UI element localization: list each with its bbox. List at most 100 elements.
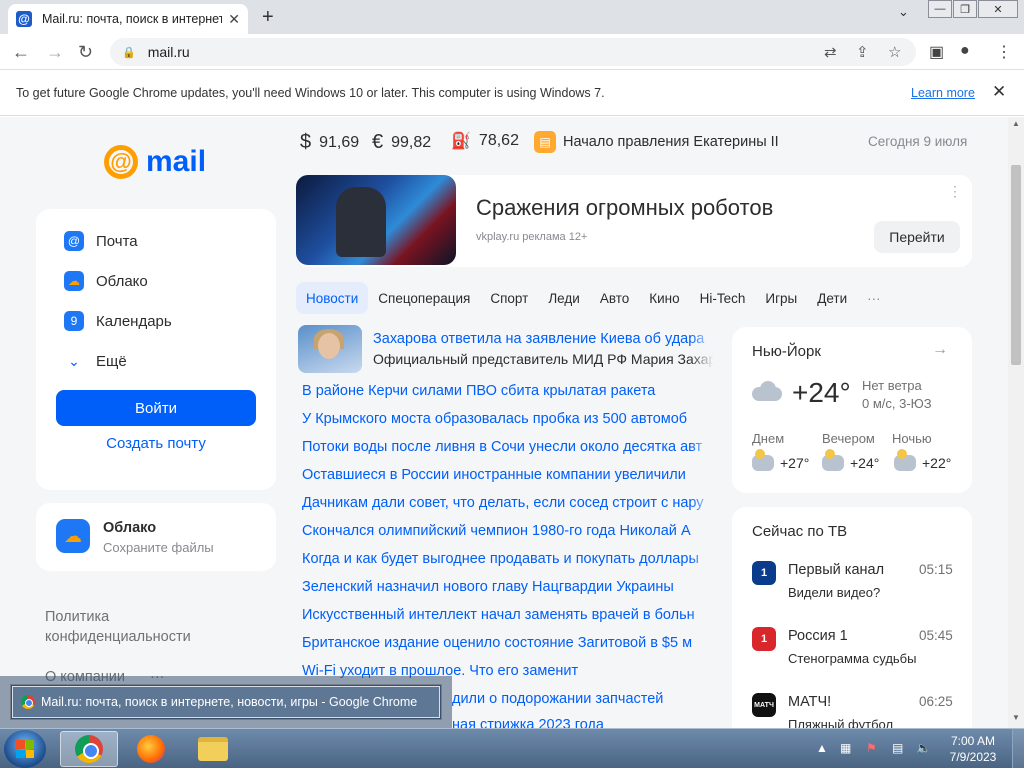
sidebar-item-mail[interactable]: @ Почта: [64, 231, 138, 251]
close-tab-icon[interactable]: ✕: [228, 11, 240, 28]
side-panel-icon[interactable]: ▣: [929, 42, 944, 62]
news-top-subtitle[interactable]: Официальный представитель МИД РФ Мария З…: [373, 351, 713, 367]
scrollbar-thumb[interactable]: [1011, 165, 1021, 365]
scroll-down-icon[interactable]: ▼: [1012, 713, 1020, 722]
action-center-icon[interactable]: ⚑: [866, 741, 877, 755]
news-item[interactable]: Британское издание оценило состояние Заг…: [302, 635, 710, 651]
scroll-up-icon[interactable]: ▲: [1012, 119, 1020, 128]
tab-sport[interactable]: Спорт: [480, 282, 538, 314]
tab-more-icon[interactable]: ···: [857, 282, 891, 314]
news-top-headline[interactable]: Захарова ответила на заявление Киева об …: [373, 331, 713, 347]
restore-button[interactable]: ❐: [953, 0, 977, 18]
tv-channel-name[interactable]: Первый канал: [788, 562, 884, 578]
news-item[interactable]: ная стрижка 2023 года: [452, 717, 712, 728]
address-bar[interactable]: 🔒 mail.ru ⇄ ⇪ ☆: [110, 38, 916, 66]
privacy-policy-link[interactable]: Политика конфиденциальности: [45, 607, 215, 647]
eur-rate[interactable]: € 99,82: [372, 131, 431, 154]
create-mail-link[interactable]: Создать почту: [56, 435, 256, 452]
news-item[interactable]: Скончался олимпийский чемпион 1980-го го…: [302, 523, 710, 539]
tv-channel-name[interactable]: МАТЧ!: [788, 694, 831, 710]
taskbar-clock[interactable]: 7:00 AM 7/9/2023: [944, 733, 1002, 765]
sidebar-item-calendar[interactable]: 9 Календарь: [64, 311, 172, 331]
mailru-favicon-icon: @: [16, 11, 32, 27]
browser-tab[interactable]: @ Mail.ru: почта, поиск в интернете ✕: [8, 4, 248, 34]
back-icon[interactable]: ←: [12, 42, 30, 63]
infobar-text: To get future Google Chrome updates, you…: [16, 85, 605, 100]
bookmark-star-icon[interactable]: ☆: [888, 43, 901, 61]
history-event[interactable]: ▤ Начало правления Екатерины II: [534, 131, 779, 153]
period-label: Ночью: [892, 431, 932, 446]
arrow-right-icon[interactable]: →: [932, 341, 948, 359]
reload-icon[interactable]: ↻: [78, 42, 93, 63]
show-desktop-button[interactable]: [1012, 729, 1024, 768]
learn-more-link[interactable]: Learn more: [911, 86, 975, 100]
tab-lady[interactable]: Леди: [538, 282, 590, 314]
sidebar-item-more[interactable]: ⌄ Ещё: [64, 351, 127, 371]
translate-icon[interactable]: ⇄: [824, 43, 837, 61]
tv-time: 05:45: [919, 628, 953, 643]
tab-games[interactable]: Игры: [755, 282, 807, 314]
chrome-icon: [75, 735, 103, 763]
news-item[interactable]: Зеленский назначил нового главу Нацгвард…: [302, 579, 710, 595]
news-tabs: Новости Спецоперация Спорт Леди Авто Кин…: [296, 282, 891, 314]
mail-logo[interactable]: @ mail: [104, 145, 206, 179]
tv-program[interactable]: Видели видео?: [788, 585, 880, 600]
news-item[interactable]: Искусственный интеллект начал заменять в…: [302, 607, 710, 623]
cloud-promo-card[interactable]: ☁ Облако Сохраните файлы: [36, 503, 276, 571]
menu-icon[interactable]: ⋮: [996, 42, 1012, 62]
tv-channel-name[interactable]: Россия 1: [788, 628, 848, 644]
start-button[interactable]: [4, 730, 46, 768]
tab-search-icon[interactable]: ⌄: [898, 4, 909, 20]
forward-icon[interactable]: →: [46, 42, 64, 63]
at-logo-icon: @: [104, 145, 138, 179]
news-photo[interactable]: [298, 325, 362, 373]
tv-program[interactable]: Стенограмма судьбы: [788, 651, 916, 666]
news-item[interactable]: У Крымского моста образовалась пробка из…: [302, 411, 710, 427]
tray-app-icon[interactable]: ▦: [840, 741, 851, 755]
share-icon[interactable]: ⇪: [856, 43, 869, 61]
tab-cinema[interactable]: Кино: [639, 282, 689, 314]
sidebar-item-cloud[interactable]: ☁ Облако: [64, 271, 148, 291]
new-tab-button[interactable]: +: [262, 6, 274, 29]
chrome-icon: [21, 695, 35, 709]
news-item[interactable]: дили о подорожании запчастей: [452, 691, 712, 707]
tray-arrow-icon[interactable]: ▲: [816, 741, 828, 755]
news-item[interactable]: Потоки воды после ливня в Сочи унесли ок…: [302, 439, 710, 455]
ad-go-button[interactable]: Перейти: [874, 221, 960, 253]
tab-news[interactable]: Новости: [296, 282, 369, 314]
news-item[interactable]: В районе Керчи силами ПВО сбита крылатая…: [302, 383, 710, 399]
cloud-icon: ☁: [56, 519, 90, 553]
news-item[interactable]: Дачникам дали совет, что делать, если со…: [302, 495, 710, 511]
ad-options-icon[interactable]: ⋮: [948, 183, 962, 200]
login-button[interactable]: Войти: [56, 390, 256, 426]
weather-card[interactable]: Нью-Йорк → +24° Нет ветра 0 м/с, 3-ЮЗ Дн…: [732, 327, 972, 493]
profile-icon[interactable]: ●: [960, 42, 970, 60]
tab-special-op[interactable]: Спецоперация: [368, 282, 480, 314]
tab-hitech[interactable]: Hi-Tech: [690, 282, 756, 314]
taskbar-firefox[interactable]: [122, 731, 180, 767]
infobar-close-icon[interactable]: ✕: [992, 82, 1006, 102]
oil-rate[interactable]: ⛽ 78,62: [451, 131, 519, 151]
cloud-card-subtitle: Сохраните файлы: [103, 540, 214, 555]
tv-program[interactable]: Пляжный футбол: [788, 717, 893, 728]
news-item[interactable]: Когда и как будет выгоднее продавать и п…: [302, 551, 710, 567]
taskbar-tooltip[interactable]: Mail.ru: почта, поиск в интернете, новос…: [11, 685, 441, 719]
news-item[interactable]: Оставшиеся в России иностранные компании…: [302, 467, 710, 483]
clock-time: 7:00 AM: [950, 734, 996, 748]
page-scrollbar[interactable]: ▲ ▼: [1008, 117, 1024, 728]
network-icon[interactable]: ▤: [892, 741, 903, 755]
clock-date: 7/9/2023: [949, 750, 997, 764]
tv-title[interactable]: Сейчас по ТВ: [752, 523, 847, 540]
sidebar-item-label: Облако: [96, 272, 148, 290]
close-window-button[interactable]: ✕: [978, 0, 1018, 18]
update-infobar: To get future Google Chrome updates, you…: [0, 70, 1024, 116]
minimize-button[interactable]: —: [928, 0, 952, 18]
taskbar-chrome[interactable]: [60, 731, 118, 767]
tab-title: Mail.ru: почта, поиск в интернете: [42, 12, 222, 26]
ad-banner[interactable]: Сражения огромных роботов vkplay.ru рекл…: [296, 175, 972, 267]
taskbar-explorer[interactable]: [184, 731, 242, 767]
usd-rate[interactable]: $ 91,69: [300, 131, 359, 154]
tab-auto[interactable]: Авто: [590, 282, 639, 314]
volume-icon[interactable]: 🔈: [916, 741, 931, 755]
tab-kids[interactable]: Дети: [807, 282, 857, 314]
